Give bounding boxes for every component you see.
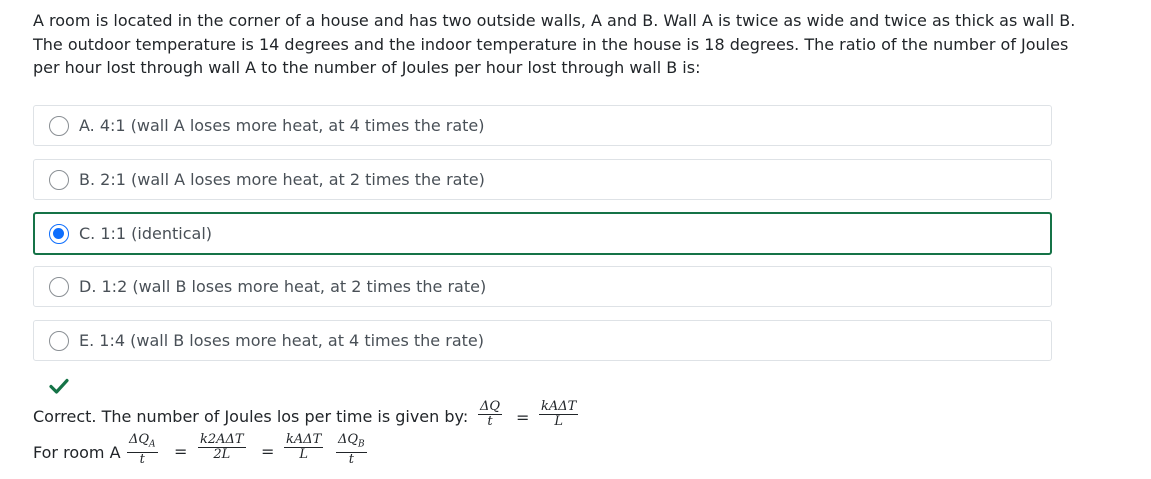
formula-fraction: kAΔT L xyxy=(284,432,324,462)
option-label: E. 1:4 (wall B loses more heat, at 4 tim… xyxy=(79,331,484,350)
radio-button[interactable] xyxy=(49,276,69,297)
radio-button-checked[interactable] xyxy=(49,223,69,244)
option-label: D. 1:2 (wall B loses more heat, at 2 tim… xyxy=(79,277,487,296)
option-label: C. 1:1 (identical) xyxy=(79,224,213,243)
radio-button[interactable] xyxy=(49,115,69,136)
formula-fraction: k2AΔT 2L xyxy=(198,432,246,462)
question-text: A room is located in the corner of a hou… xyxy=(33,11,1076,77)
feedback-text: For room A xyxy=(33,443,121,462)
radio-button[interactable] xyxy=(49,330,69,351)
equals-sign: = xyxy=(261,442,275,461)
formula-fraction: kAΔT L xyxy=(539,399,579,429)
option-a[interactable]: A. 4:1 (wall A loses more heat, at 4 tim… xyxy=(33,105,1052,146)
option-d[interactable]: D. 1:2 (wall B loses more heat, at 2 tim… xyxy=(33,266,1052,307)
check-icon xyxy=(49,378,69,394)
formula-fraction: ΔQA t xyxy=(127,432,158,467)
equals-sign: = xyxy=(516,408,530,427)
option-label: B. 2:1 (wall A loses more heat, at 2 tim… xyxy=(79,170,485,189)
option-e[interactable]: E. 1:4 (wall B loses more heat, at 4 tim… xyxy=(33,320,1052,361)
equals-sign: = xyxy=(174,442,188,461)
feedback-text: Correct. The number of Joules los per ti… xyxy=(33,407,469,426)
radio-button[interactable] xyxy=(49,169,69,190)
formula-fraction: ΔQB t xyxy=(336,432,367,467)
option-b[interactable]: B. 2:1 (wall A loses more heat, at 2 tim… xyxy=(33,159,1052,200)
option-label: A. 4:1 (wall A loses more heat, at 4 tim… xyxy=(79,116,485,135)
option-c[interactable]: C. 1:1 (identical) xyxy=(33,212,1052,255)
formula-fraction: ΔQ t xyxy=(478,399,503,429)
